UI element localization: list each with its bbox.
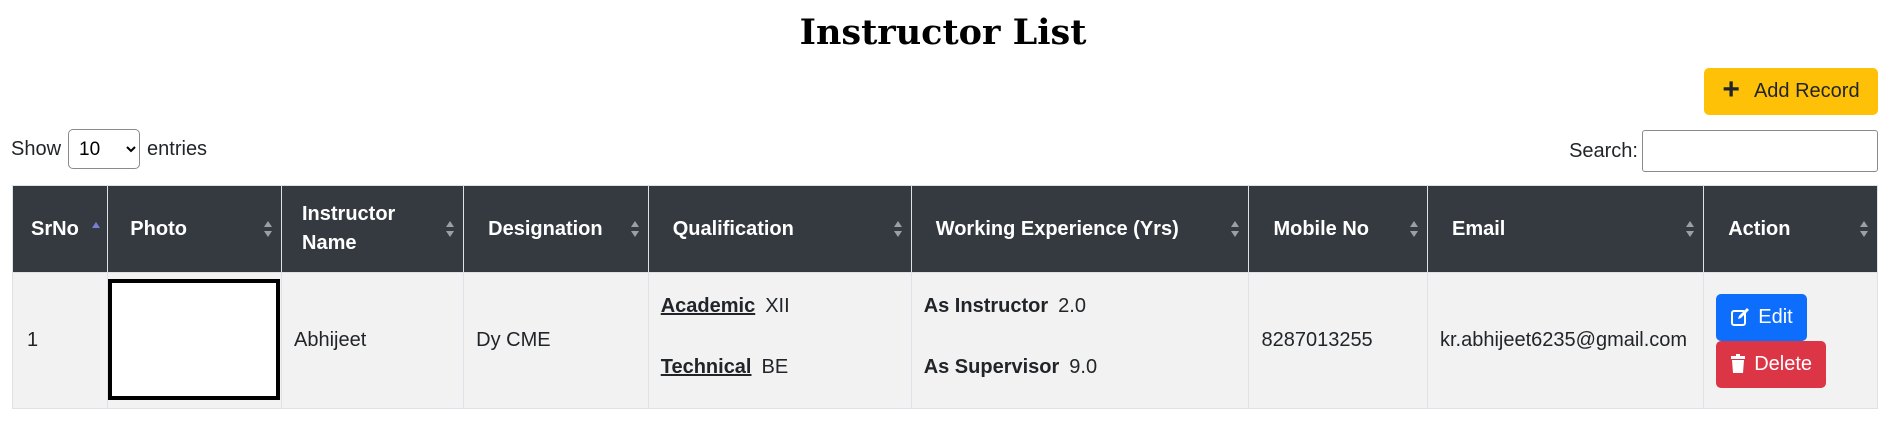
cell-photo [107, 272, 282, 409]
row-actions: Edit Delete [1716, 293, 1865, 388]
page-title: Instructor List [799, 12, 1087, 53]
technical-value: BE [761, 355, 789, 378]
academic-value: XII [765, 294, 790, 317]
cell-action: Edit Delete [1703, 272, 1878, 409]
column-header-action[interactable]: Action [1703, 185, 1878, 273]
cell-mobile-no: 8287013255 [1248, 272, 1428, 409]
sort-icon [1686, 221, 1695, 237]
sort-icon [1409, 221, 1418, 237]
trash-icon [1731, 354, 1746, 373]
sort-icon [1231, 221, 1240, 237]
column-header-photo[interactable]: Photo [107, 185, 282, 273]
sort-icon [446, 221, 455, 237]
cell-instructor-name: Abhijeet [280, 272, 465, 409]
edit-icon [1731, 308, 1750, 326]
edit-label: Edit [1758, 305, 1793, 328]
search-area: Search: [1569, 128, 1878, 174]
technical-label: Technical [660, 355, 752, 378]
sort-icon [630, 221, 639, 237]
cell-email: kr.abhijeet6235@gmail.com [1426, 272, 1705, 409]
entries-select[interactable]: 10 [68, 129, 141, 169]
experience-supervisor: As Supervisor 9.0 [924, 356, 1237, 379]
supervisor-exp-label: As Supervisor [923, 355, 1060, 378]
sort-icon [893, 221, 902, 237]
experience-instructor: As Instructor 2.0 [924, 295, 1237, 318]
add-record-label: Add Record [1753, 80, 1860, 102]
column-header-instructor-name[interactable]: Instructor Name [280, 185, 465, 273]
table-row: 1 Abhijeet Dy CME Academic XII Technical… [11, 272, 1878, 409]
sort-icon [264, 221, 272, 237]
search-input[interactable] [1642, 130, 1878, 172]
sort-icon [1860, 221, 1868, 237]
instructor-photo [108, 279, 281, 400]
cell-designation: Dy CME [463, 272, 649, 409]
delete-label: Delete [1754, 352, 1813, 375]
cell-working-experience: As Instructor 2.0 As Supervisor 9.0 [910, 272, 1250, 409]
table-header-row: SrNo Photo Instructor Name Designation Q… [11, 185, 1878, 273]
instructor-exp-label: As Instructor [923, 294, 1049, 317]
length-menu: Show 10 entries [11, 129, 207, 169]
cell-srno: 1 [11, 272, 109, 409]
page: Instructor List + Add Record Show 10 ent… [0, 0, 1886, 422]
plus-icon: + [1722, 73, 1740, 106]
add-record-button[interactable]: + Add Record [1704, 68, 1878, 115]
column-header-srno[interactable]: SrNo [11, 185, 109, 273]
column-header-designation[interactable]: Designation [463, 185, 649, 273]
supervisor-exp-value: 9.0 [1069, 355, 1098, 378]
column-header-qualification[interactable]: Qualification [647, 185, 912, 273]
qualification-academic: Academic XII [661, 295, 899, 318]
entries-label: entries [147, 137, 208, 160]
column-header-email[interactable]: Email [1426, 185, 1705, 273]
qualification-technical: Technical BE [661, 356, 899, 379]
sort-asc-icon [92, 222, 101, 228]
instructor-exp-value: 2.0 [1058, 294, 1086, 317]
search-label: Search: [1569, 139, 1638, 162]
academic-label: Academic [660, 294, 756, 317]
column-header-mobile-no[interactable]: Mobile No [1248, 185, 1428, 273]
cell-qualification: Academic XII Technical BE [647, 272, 912, 409]
edit-button[interactable]: Edit [1716, 293, 1807, 341]
delete-button[interactable]: Delete [1716, 340, 1827, 388]
column-header-working-experience[interactable]: Working Experience (Yrs) [910, 185, 1250, 273]
instructor-table: SrNo Photo Instructor Name Designation Q… [11, 185, 1878, 409]
show-label: Show [11, 137, 62, 160]
